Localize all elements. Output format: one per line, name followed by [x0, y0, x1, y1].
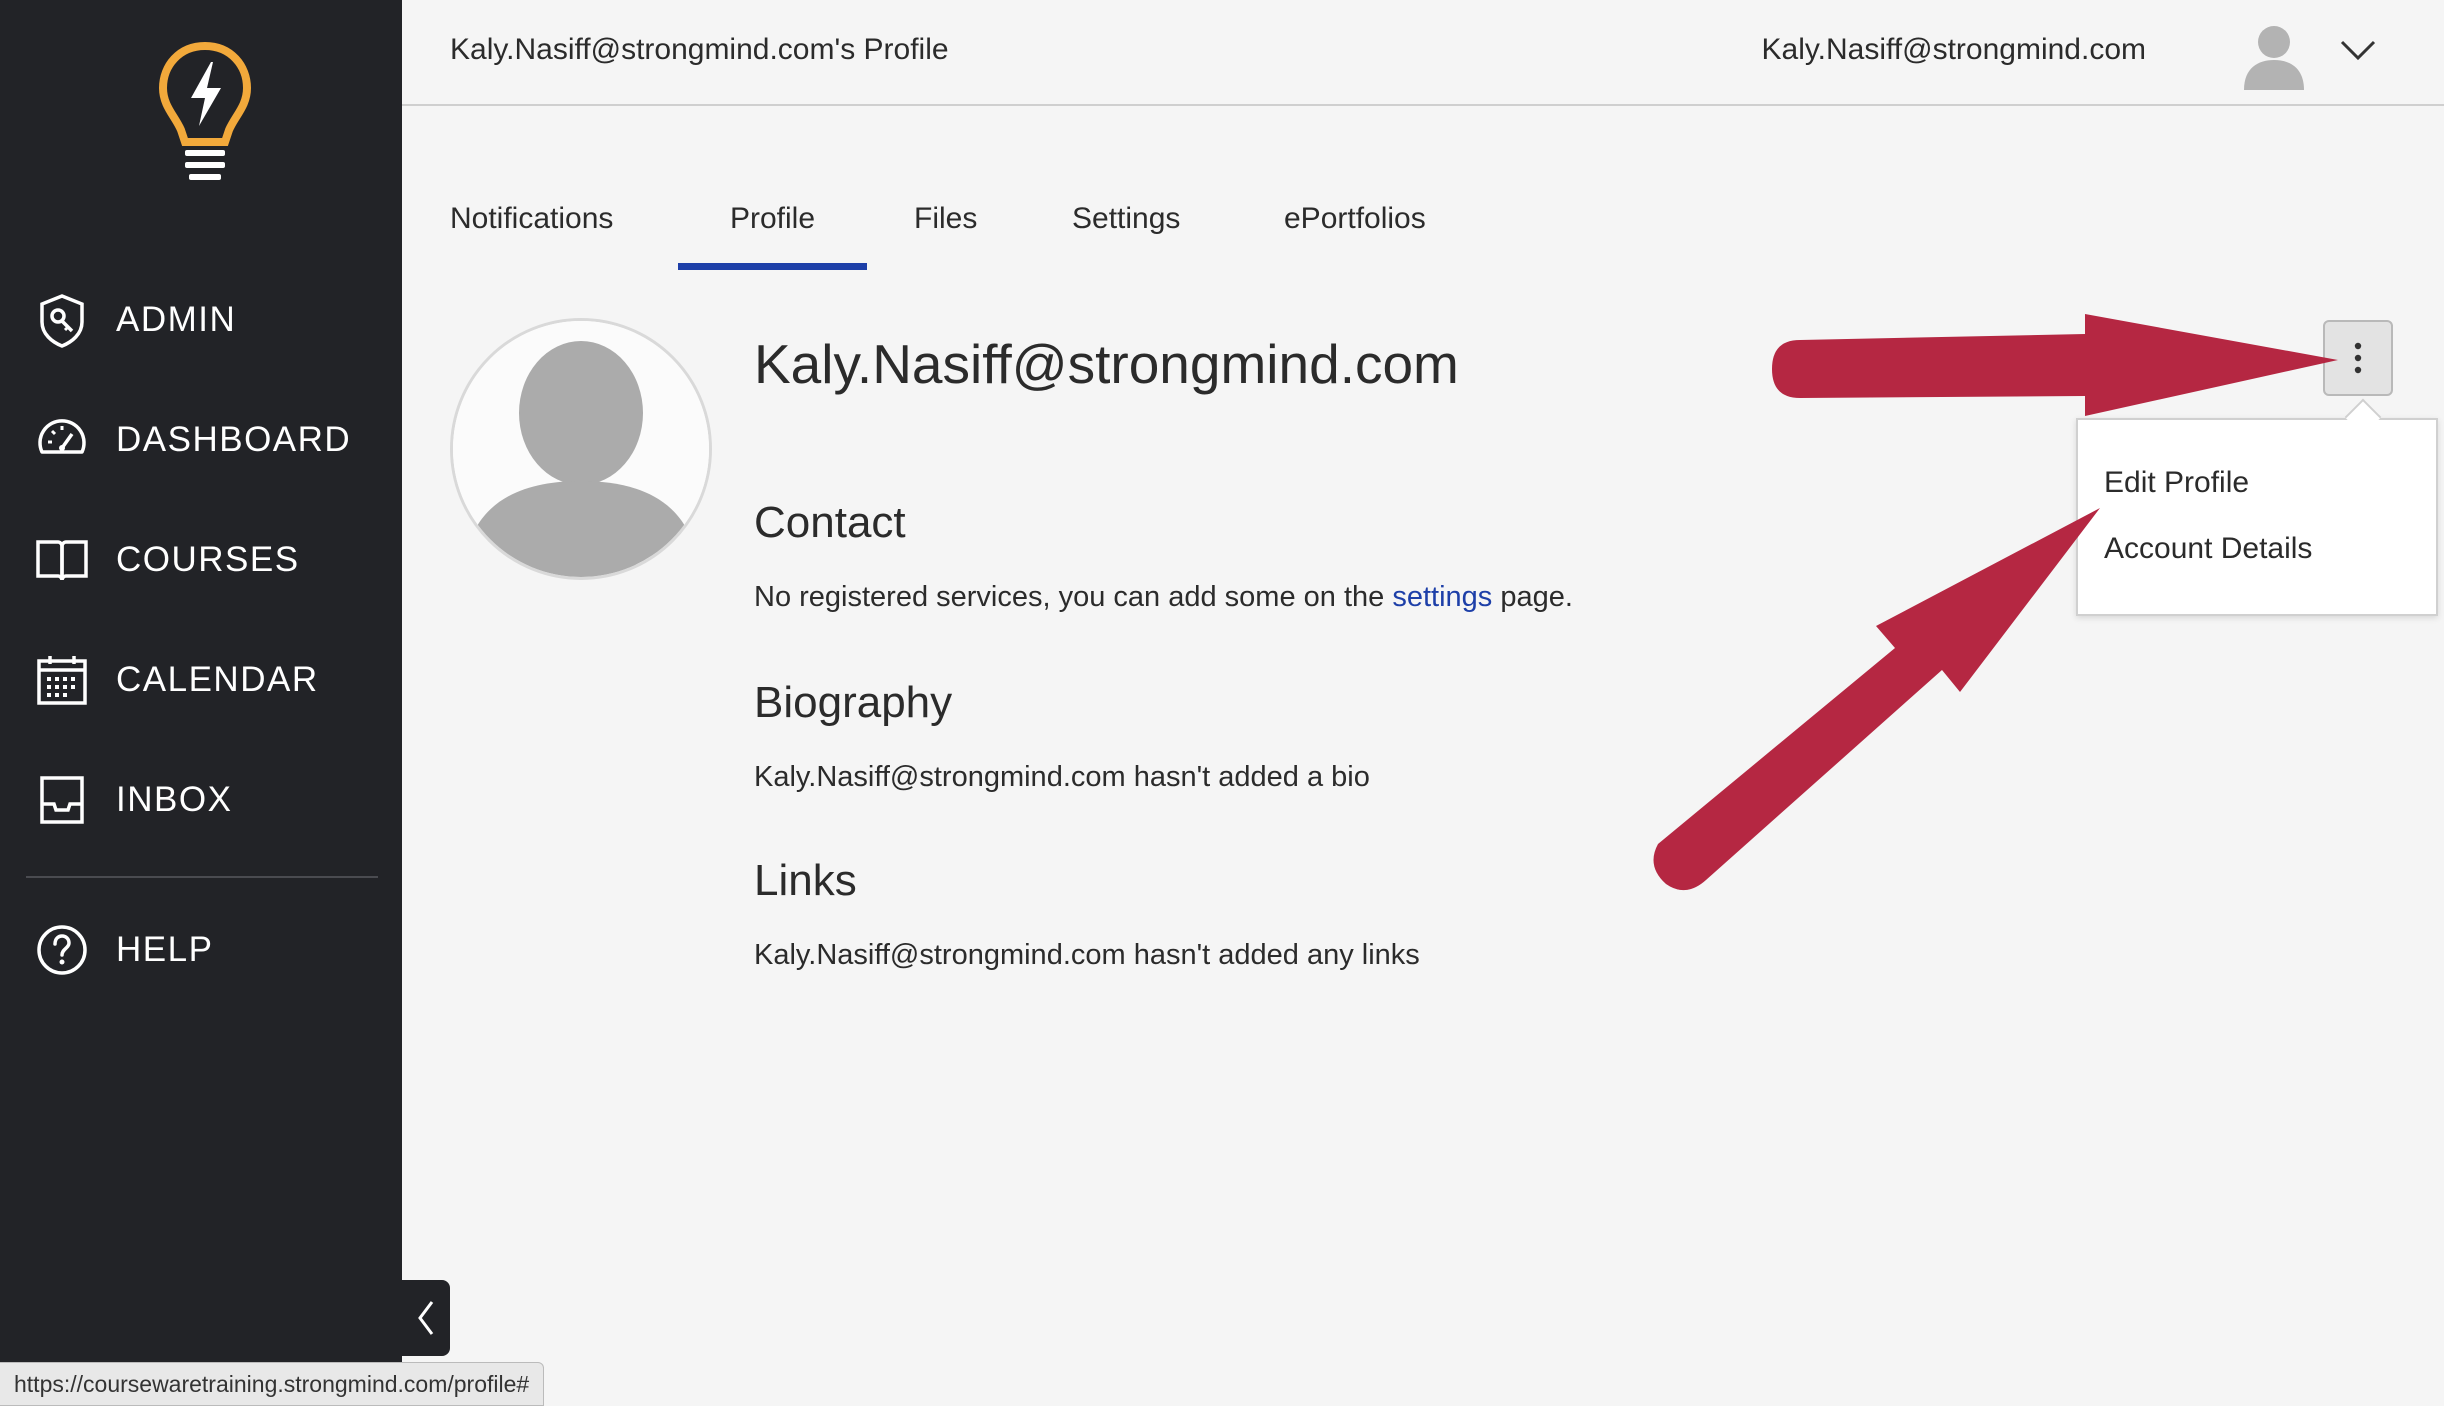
profile-avatar	[450, 318, 712, 580]
sidebar-item-courses[interactable]: COURSES	[34, 525, 300, 595]
help-circle-icon	[37, 925, 87, 975]
links-heading: Links	[754, 856, 857, 905]
user-email[interactable]: Kaly.Nasiff@strongmind.com	[1762, 33, 2146, 67]
profile-options-menu: Edit Profile Account Details	[2076, 418, 2438, 616]
chevron-left-icon	[418, 1301, 434, 1335]
sidebar: ADMIN DASHBOARD COURSES CALENDAR INBOX H…	[0, 0, 402, 1406]
sidebar-item-label: CALENDAR	[116, 660, 319, 699]
tab-eportfolios[interactable]: ePortfolios	[1284, 170, 1426, 270]
profile-name: Kaly.Nasiff@strongmind.com	[754, 333, 1459, 395]
sidebar-divider	[26, 876, 378, 878]
contact-heading: Contact	[754, 498, 906, 547]
annotation-arrow-right	[1772, 314, 2338, 416]
sidebar-item-label: DASHBOARD	[116, 420, 352, 459]
sidebar-item-admin[interactable]: ADMIN	[34, 285, 236, 355]
top-bar: Kaly.Nasiff@strongmind.com's Profile Kal…	[402, 0, 2444, 106]
user-avatar[interactable]	[2240, 18, 2308, 90]
tab-settings[interactable]: Settings	[1072, 170, 1180, 270]
more-options-button[interactable]	[2323, 320, 2393, 396]
status-bar-url: https://coursewaretraining.strongmind.co…	[0, 1362, 545, 1406]
sidebar-item-label: COURSES	[116, 540, 300, 579]
speedometer-icon	[38, 419, 86, 454]
calendar-icon	[37, 656, 87, 705]
sidebar-item-label: HELP	[116, 930, 214, 969]
biography-heading: Biography	[754, 678, 953, 727]
contact-text: No registered services, you can add some…	[754, 581, 1573, 614]
contact-text-after: page.	[1492, 581, 1573, 613]
chevron-down-icon[interactable]	[2338, 36, 2378, 66]
collapse-sidebar-button[interactable]	[402, 1280, 450, 1356]
sidebar-item-label: INBOX	[116, 780, 233, 819]
kebab-menu-icon	[2354, 342, 2362, 374]
tab-notifications[interactable]: Notifications	[450, 170, 613, 270]
page-title: Kaly.Nasiff@strongmind.com's Profile	[450, 33, 949, 66]
open-book-icon	[36, 540, 88, 581]
biography-text: Kaly.Nasiff@strongmind.com hasn't added …	[754, 761, 1370, 793]
sidebar-item-inbox[interactable]: INBOX	[34, 765, 232, 835]
edit-profile-menu-item[interactable]: Edit Profile	[2104, 466, 2249, 500]
shield-key-icon	[40, 294, 84, 348]
annotation-arrow-up	[1653, 508, 2100, 891]
sidebar-item-dashboard[interactable]: DASHBOARD	[34, 405, 351, 475]
account-details-menu-item[interactable]: Account Details	[2104, 532, 2312, 566]
tab-profile[interactable]: Profile	[678, 170, 867, 270]
lightbulb-logo[interactable]	[155, 40, 255, 185]
sidebar-item-calendar[interactable]: CALENDAR	[34, 645, 319, 715]
links-text: Kaly.Nasiff@strongmind.com hasn't added …	[754, 939, 1420, 971]
sidebar-item-help[interactable]: HELP	[34, 915, 213, 985]
contact-text-before: No registered services, you can add some…	[754, 581, 1393, 613]
tab-files[interactable]: Files	[914, 170, 977, 270]
inbox-tray-icon	[40, 776, 84, 824]
person-silhouette-icon	[453, 321, 709, 577]
sidebar-item-label: ADMIN	[116, 300, 237, 339]
settings-link[interactable]: settings	[1392, 581, 1492, 613]
